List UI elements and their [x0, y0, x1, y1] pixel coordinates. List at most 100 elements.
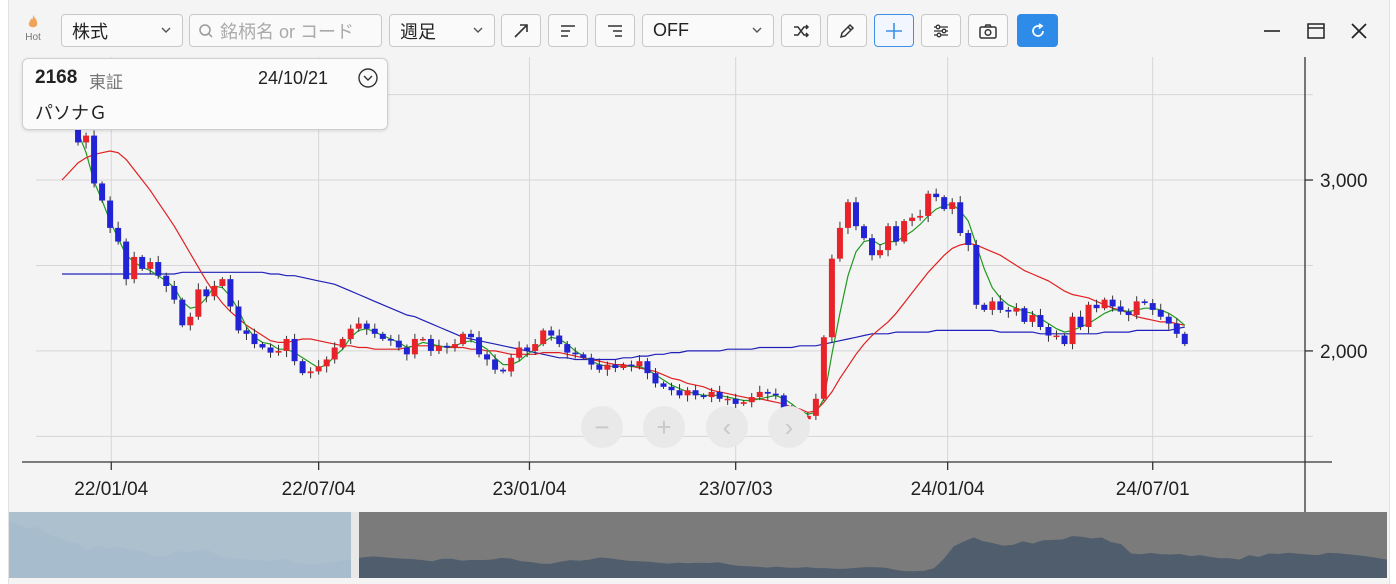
candle-body: [1013, 308, 1020, 312]
candle-body: [861, 226, 867, 239]
candle-body: [869, 238, 876, 256]
candle-body: [556, 335, 563, 345]
candle-body: [163, 275, 170, 286]
candle-body: [1093, 304, 1100, 309]
candle-body: [267, 347, 274, 353]
candle-body: [508, 357, 515, 372]
candle-body: [524, 347, 531, 351]
candle-body: [107, 200, 114, 228]
candle-body: [909, 217, 916, 222]
expand-circle-icon[interactable]: [357, 67, 379, 89]
x-tick-label: 23/01/04: [492, 479, 566, 500]
candle-body: [227, 279, 234, 307]
symbol-code: 2168: [35, 67, 78, 88]
candle-body: [901, 221, 908, 242]
chevron-right-icon: ›: [784, 411, 794, 442]
candle-body: [580, 354, 587, 358]
candle-body: [171, 285, 178, 300]
candle-body: [435, 345, 442, 351]
candle-body: [395, 340, 402, 348]
candle-body: [772, 393, 779, 396]
candle-body: [716, 391, 723, 399]
candle-body: [147, 262, 154, 269]
candle-body: [812, 398, 819, 416]
x-tick-label: 22/01/04: [74, 479, 148, 500]
minus-icon: −: [594, 411, 610, 442]
x-tick-label: 22/07/04: [282, 479, 356, 500]
candle-body: [740, 402, 747, 404]
candle-body: [363, 323, 370, 329]
candle-body: [283, 338, 290, 351]
candle-body: [500, 369, 507, 372]
candle-body: [949, 202, 956, 210]
candle-body: [1053, 335, 1060, 338]
candle-body: [1085, 304, 1092, 327]
candle-body: [917, 215, 924, 218]
candle-body: [620, 364, 627, 369]
candle-body: [596, 364, 603, 370]
candle-body: [251, 333, 258, 345]
symbol-name: パソナＧ: [35, 103, 107, 123]
x-tick-label: 23/07/03: [699, 479, 773, 500]
candle-body: [724, 398, 731, 401]
zoom-out-button[interactable]: −: [581, 406, 623, 448]
candle-body: [460, 333, 466, 345]
exchange-label: 東証: [89, 73, 123, 92]
candle-body: [852, 202, 859, 227]
candle-body: [187, 316, 194, 326]
candle-body: [668, 386, 675, 391]
candle-body: [219, 279, 226, 286]
candle-body: [828, 258, 835, 338]
candle-body: [315, 366, 322, 372]
candle-body: [443, 345, 450, 348]
candle-body: [99, 183, 106, 201]
candle-body: [203, 289, 210, 297]
symbol-info-card[interactable]: 2168 東証 24/10/21 パソナＧ: [22, 58, 388, 130]
candle-body: [355, 323, 362, 329]
candle-body: [933, 193, 940, 198]
candle-body: [1133, 301, 1140, 316]
candle-body: [564, 344, 571, 353]
candle-body: [1101, 299, 1108, 309]
candle-body: [387, 338, 394, 341]
candle-body: [275, 350, 282, 353]
navigator-handle[interactable]: [351, 512, 359, 578]
candle-body: [139, 256, 146, 269]
candle-body: [612, 364, 619, 369]
candle-body: [660, 383, 667, 387]
candle-body: [259, 344, 266, 348]
candle-body: [997, 301, 1004, 310]
candle-body: [941, 197, 948, 210]
candle-body: [676, 390, 683, 396]
candle-body: [1077, 316, 1084, 327]
candle-body: [989, 301, 996, 310]
candle-body: [484, 354, 491, 360]
scroll-left-button[interactable]: ‹: [706, 406, 748, 448]
zoom-in-button[interactable]: +: [643, 406, 685, 448]
candle-body: [925, 193, 932, 216]
candle-body: [1117, 306, 1124, 312]
scroll-right-button[interactable]: ›: [768, 406, 810, 448]
candle-body: [1141, 301, 1148, 304]
candle-body: [965, 233, 972, 245]
candle-body: [1069, 316, 1076, 345]
candle-body: [451, 344, 458, 348]
candle-body: [339, 338, 346, 348]
candle-body: [1037, 315, 1044, 327]
candle-body: [652, 373, 659, 384]
candle-body: [692, 390, 699, 396]
candle-body: [885, 226, 892, 251]
candle-body: [1149, 303, 1156, 310]
candle-body: [636, 361, 643, 367]
candle-body: [756, 391, 763, 398]
candle-body: [548, 330, 555, 336]
candle-body: [123, 241, 130, 280]
candle-body: [877, 250, 884, 256]
y-tick-label: 3,000: [1320, 171, 1368, 192]
candle-body: [644, 361, 651, 374]
candle-body: [419, 338, 426, 341]
candle-body: [1173, 323, 1180, 334]
candle-body: [732, 398, 739, 404]
candle-body: [572, 352, 579, 355]
candle-body: [957, 202, 964, 234]
